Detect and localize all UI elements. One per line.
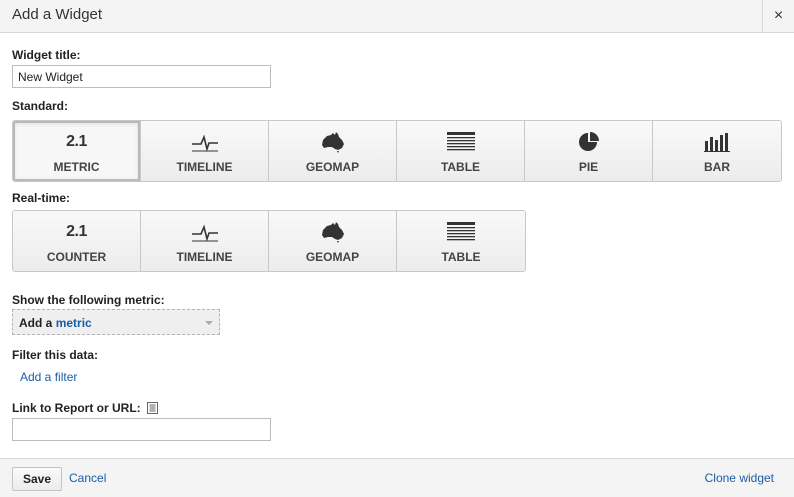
button-label: TABLE xyxy=(441,250,481,264)
metric-select-link: metric xyxy=(55,316,92,330)
realtime-timeline-button[interactable]: TIMELINE xyxy=(141,211,269,271)
standard-type-group: 2.1 METRIC TIMELINE GEOMAP TABLE PIE BAR xyxy=(12,120,782,182)
standard-metric-button[interactable]: 2.1 METRIC xyxy=(13,121,141,181)
metric-icon: 2.1 xyxy=(66,133,87,150)
standard-table-button[interactable]: TABLE xyxy=(397,121,525,181)
button-label: TABLE xyxy=(440,160,481,174)
widget-title-label: Widget title: xyxy=(12,48,81,62)
link-report-label-text: Link to Report or URL: xyxy=(12,401,141,415)
realtime-label: Real-time: xyxy=(12,191,71,205)
counter-icon: 2.1 xyxy=(66,223,87,240)
bar-chart-icon xyxy=(704,131,730,153)
button-label: TIMELINE xyxy=(176,160,233,174)
metric-select[interactable]: Add a metric xyxy=(12,309,220,335)
dialog-title: Add a Widget xyxy=(12,6,103,23)
standard-label: Standard: xyxy=(12,99,69,113)
button-label: GEOMAP xyxy=(305,250,360,264)
close-icon[interactable]: × xyxy=(762,0,794,33)
australia-map-icon xyxy=(320,221,346,243)
timeline-icon xyxy=(191,131,219,153)
widget-title-input[interactable] xyxy=(12,65,271,88)
standard-geomap-button[interactable]: GEOMAP xyxy=(269,121,397,181)
button-label: COUNTER xyxy=(46,250,107,264)
metric-label: Show the following metric: xyxy=(12,293,165,307)
table-icon xyxy=(446,131,475,153)
pie-chart-icon xyxy=(578,131,600,153)
timeline-icon xyxy=(191,221,219,243)
button-label: GEOMAP xyxy=(305,160,360,174)
standard-pie-button[interactable]: PIE xyxy=(525,121,653,181)
table-icon xyxy=(447,221,475,243)
standard-bar-button[interactable]: BAR xyxy=(653,121,781,181)
realtime-type-group: 2.1 COUNTER TIMELINE GEOMAP TABLE xyxy=(12,210,526,272)
realtime-geomap-button[interactable]: GEOMAP xyxy=(269,211,397,271)
australia-map-icon xyxy=(320,131,346,153)
button-label: BAR xyxy=(704,160,730,174)
clone-widget-link[interactable]: Clone widget xyxy=(705,471,774,485)
link-report-label: Link to Report or URL: xyxy=(12,401,158,417)
dialog-footer: Save Cancel Clone widget xyxy=(0,458,794,497)
realtime-counter-button[interactable]: 2.1 COUNTER xyxy=(13,211,141,271)
report-list-icon[interactable] xyxy=(147,402,158,417)
save-button[interactable]: Save xyxy=(12,467,62,491)
filter-label: Filter this data: xyxy=(12,348,99,362)
button-label: METRIC xyxy=(53,160,100,174)
metric-select-lead: Add a xyxy=(19,316,53,330)
button-label: PIE xyxy=(578,160,599,174)
standard-timeline-button[interactable]: TIMELINE xyxy=(141,121,269,181)
button-label: TIMELINE xyxy=(176,250,233,264)
link-report-input[interactable] xyxy=(12,418,271,441)
realtime-table-button[interactable]: TABLE xyxy=(397,211,525,271)
add-filter-link[interactable]: Add a filter xyxy=(20,370,77,384)
cancel-link[interactable]: Cancel xyxy=(69,471,106,485)
dialog-titlebar: Add a Widget × xyxy=(0,0,794,33)
chevron-down-icon xyxy=(205,321,213,325)
